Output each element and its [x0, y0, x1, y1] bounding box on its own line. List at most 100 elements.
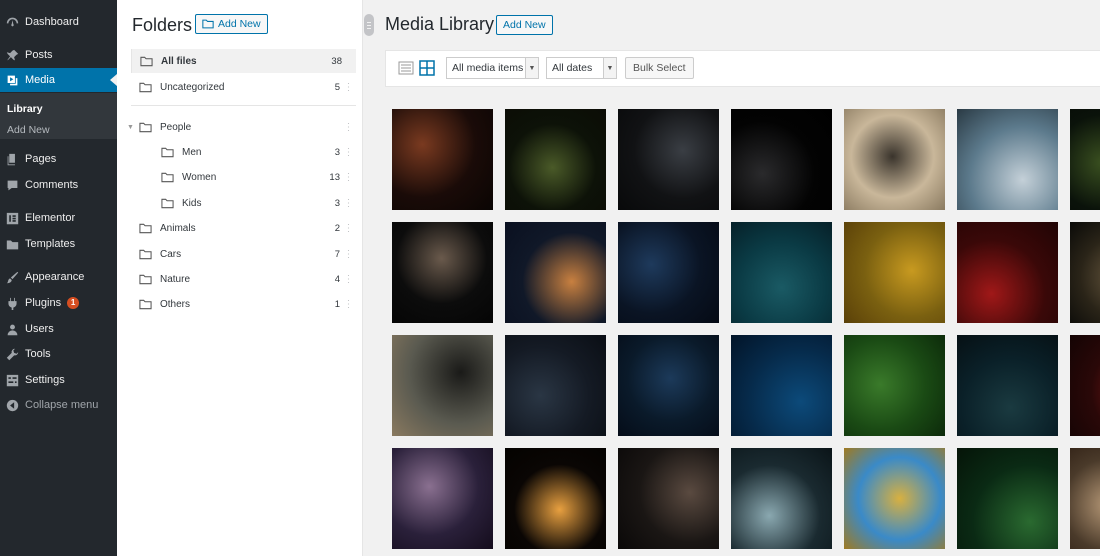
folder-count: 7: [334, 248, 340, 260]
media-thumbnail[interactable]: [957, 448, 1058, 549]
more-options-icon[interactable]: ⋮: [340, 172, 356, 183]
add-folder-button[interactable]: Add New: [195, 14, 268, 34]
pin-icon: [5, 48, 19, 62]
users-icon: [5, 322, 19, 336]
submenu-library[interactable]: Library: [7, 103, 43, 115]
folder-name: Animals: [160, 222, 196, 234]
media-thumbnail[interactable]: [1070, 335, 1100, 436]
menu-appearance[interactable]: Appearance: [0, 265, 117, 289]
media-thumbnail[interactable]: [505, 335, 606, 436]
menu-plugins[interactable]: Plugins 1: [0, 291, 117, 315]
dashboard-icon: [5, 15, 19, 29]
folder-icon: [139, 82, 152, 92]
more-options-icon[interactable]: ⋮: [340, 198, 356, 209]
media-thumbnail[interactable]: [505, 448, 606, 549]
more-options-icon[interactable]: ⋮: [340, 299, 356, 310]
menu-comments[interactable]: Comments: [0, 173, 117, 197]
menu-elementor[interactable]: Elementor: [0, 206, 117, 230]
media-thumbnail[interactable]: [1070, 109, 1100, 210]
collapse-icon: [5, 398, 19, 412]
folder-item[interactable]: Animals 2 ⋮: [131, 216, 356, 240]
media-thumbnail[interactable]: [618, 109, 719, 210]
media-type-filter[interactable]: All media items ▼: [446, 57, 539, 79]
media-thumbnail[interactable]: [618, 335, 719, 436]
folder-item[interactable]: Kids 3 ⋮: [131, 191, 356, 215]
media-grid: [392, 109, 1100, 556]
media-thumbnail[interactable]: [1070, 448, 1100, 549]
folder-name: Uncategorized: [160, 81, 225, 93]
settings-icon: [5, 373, 19, 387]
add-folder-label: Add New: [218, 18, 261, 30]
media-thumbnail[interactable]: [618, 448, 719, 549]
media-thumbnail[interactable]: [392, 222, 493, 323]
more-options-icon[interactable]: ⋮: [340, 274, 356, 285]
media-thumbnail[interactable]: [844, 222, 945, 323]
bulk-select-button[interactable]: Bulk Select: [625, 57, 694, 79]
media-thumbnail[interactable]: [505, 222, 606, 323]
folder-item[interactable]: Cars 7 ⋮: [131, 242, 356, 266]
folder-icon: [139, 274, 152, 284]
media-thumbnail[interactable]: [731, 109, 832, 210]
menu-tools[interactable]: Tools: [0, 342, 117, 366]
media-thumbnail[interactable]: [1070, 222, 1100, 323]
media-thumbnail[interactable]: [618, 222, 719, 323]
media-thumbnail[interactable]: [844, 109, 945, 210]
more-options-icon[interactable]: ⋮: [340, 122, 356, 133]
menu-dashboard[interactable]: Dashboard: [0, 10, 117, 34]
menu-posts[interactable]: Posts: [0, 43, 117, 67]
more-options-icon[interactable]: ⋮: [340, 223, 356, 234]
media-thumbnail[interactable]: [731, 448, 832, 549]
media-thumbnail[interactable]: [392, 109, 493, 210]
menu-pages[interactable]: Pages: [0, 147, 117, 171]
plugins-update-badge: 1: [67, 297, 80, 309]
menu-label: Dashboard: [25, 16, 79, 28]
add-media-button[interactable]: Add New: [496, 15, 553, 35]
media-thumbnail[interactable]: [844, 335, 945, 436]
menu-label: Pages: [25, 153, 57, 165]
folder-item[interactable]: Others 1 ⋮: [131, 292, 356, 316]
menu-templates[interactable]: Templates: [0, 232, 117, 256]
menu-label: Users: [25, 323, 54, 335]
collapse-menu-button[interactable]: Collapse menu: [0, 393, 117, 417]
media-toolbar: All media items ▼ All dates ▼ Bulk Selec…: [385, 50, 1100, 87]
menu-users[interactable]: Users: [0, 317, 117, 341]
folder-item[interactable]: All files 38: [131, 49, 356, 73]
folder-item[interactable]: People ⋮: [131, 115, 356, 139]
folder-name: Cars: [160, 248, 182, 260]
media-submenu: Library Add New: [0, 93, 117, 139]
plug-icon: [5, 296, 19, 310]
more-options-icon[interactable]: ⋮: [340, 249, 356, 260]
media-thumbnail[interactable]: [844, 448, 945, 549]
folder-item[interactable]: Women 13 ⋮: [131, 165, 356, 189]
menu-media[interactable]: Media: [0, 68, 117, 92]
media-thumbnail[interactable]: [392, 335, 493, 436]
submenu-add-new[interactable]: Add New: [7, 124, 50, 136]
media-thumbnail[interactable]: [505, 109, 606, 210]
list-view-icon[interactable]: [398, 60, 414, 76]
media-thumbnail[interactable]: [731, 335, 832, 436]
more-options-icon[interactable]: ⋮: [340, 82, 356, 93]
grid-view-icon[interactable]: [419, 60, 435, 76]
folder-name: Kids: [182, 197, 202, 209]
media-thumbnail[interactable]: [392, 448, 493, 549]
collapse-caret-icon[interactable]: ▼: [127, 124, 134, 131]
media-thumbnail[interactable]: [957, 222, 1058, 323]
elementor-icon: [5, 211, 19, 225]
media-thumbnail[interactable]: [957, 335, 1058, 436]
panel-resize-handle[interactable]: [364, 14, 374, 36]
folder-item[interactable]: Nature 4 ⋮: [131, 267, 356, 291]
folder-count: 1: [334, 298, 340, 310]
media-thumbnail[interactable]: [731, 222, 832, 323]
menu-label: Tools: [25, 348, 51, 360]
admin-sidebar: Dashboard Posts Media Library Add New Pa…: [0, 0, 117, 556]
date-filter-value: All dates: [552, 62, 593, 74]
folder-icon: [202, 19, 214, 29]
more-options-icon[interactable]: ⋮: [340, 147, 356, 158]
media-thumbnail[interactable]: [957, 109, 1058, 210]
folder-item[interactable]: Uncategorized 5 ⋮: [131, 75, 356, 99]
folder-item[interactable]: Men 3 ⋮: [131, 140, 356, 164]
menu-settings[interactable]: Settings: [0, 368, 117, 392]
date-filter[interactable]: All dates ▼: [546, 57, 617, 79]
folder-icon: [161, 198, 174, 208]
folder-divider: [131, 105, 356, 106]
